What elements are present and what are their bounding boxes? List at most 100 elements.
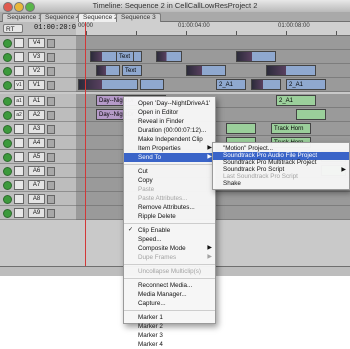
lock-icon[interactable]	[47, 81, 55, 90]
track-lane[interactable]: 2_A1 2_A1	[76, 78, 350, 92]
playhead[interactable]	[85, 22, 86, 267]
source-patch[interactable]: a2	[14, 110, 24, 120]
track-name[interactable]: V1	[28, 80, 45, 90]
lock-icon[interactable]	[47, 209, 55, 218]
menu-item-remove-attributes[interactable]: Remove Attributes...	[124, 203, 215, 212]
timecode-display[interactable]: 01:00:20:03	[34, 24, 80, 32]
menu-item-duration-00-00-07-12[interactable]: Duration (00:00:07:12)...	[124, 126, 215, 135]
menu-item-media-manager[interactable]: Media Manager...	[124, 290, 215, 299]
lock-icon[interactable]	[47, 53, 55, 62]
track-visibility-icon[interactable]	[3, 53, 12, 62]
patch-icon[interactable]	[14, 208, 24, 218]
track-name[interactable]: A6	[28, 166, 45, 176]
menu-item-open-in-editor[interactable]: Open in Editor	[124, 108, 215, 117]
track-name[interactable]: A8	[28, 194, 45, 204]
menu-item-capture[interactable]: Capture...	[124, 299, 215, 308]
track-name[interactable]: A3	[28, 124, 45, 134]
track-lane[interactable]: Text	[76, 64, 350, 78]
menu-item-speed[interactable]: Speed...	[124, 235, 215, 244]
track-name[interactable]: V3	[28, 52, 45, 62]
tab-sequence-3[interactable]: Sequence 3	[116, 13, 161, 22]
menu-item-cut[interactable]: Cut	[124, 167, 215, 176]
source-patch[interactable]: a1	[14, 96, 24, 106]
lock-icon[interactable]	[47, 139, 55, 148]
patch-icon[interactable]	[14, 194, 24, 204]
lock-icon[interactable]	[47, 39, 55, 48]
track-audible-icon[interactable]	[3, 181, 12, 190]
menu-item-copy[interactable]: Copy	[124, 176, 215, 185]
time-ruler[interactable]: 00:00 01:00:04:00 01:00:08:00	[76, 22, 350, 36]
clip[interactable]	[226, 123, 256, 134]
menu-item-composite-mode[interactable]: Composite Mode ▶	[124, 244, 215, 253]
patch-icon[interactable]	[14, 52, 24, 62]
track-visibility-icon[interactable]	[3, 81, 12, 90]
menu-item-label: Paste	[138, 186, 155, 193]
clip[interactable]	[78, 79, 138, 90]
menu-item-marker-4[interactable]: Marker 4	[124, 340, 215, 349]
track-audible-icon[interactable]	[3, 167, 12, 176]
track-name[interactable]: A9	[28, 208, 45, 218]
render-select[interactable]: RT	[3, 24, 23, 33]
lock-icon[interactable]	[47, 97, 55, 106]
track-name[interactable]: A4	[28, 138, 45, 148]
track-visibility-icon[interactable]	[3, 67, 12, 76]
track-audible-icon[interactable]	[3, 111, 12, 120]
menu-item-make-independent-clip[interactable]: Make Independent Clip	[124, 135, 215, 144]
patch-icon[interactable]	[14, 124, 24, 134]
lock-icon[interactable]	[47, 167, 55, 176]
clip[interactable]	[296, 109, 326, 120]
clip[interactable]	[236, 51, 276, 62]
clip[interactable]	[266, 65, 316, 76]
track-name[interactable]: V2	[28, 66, 45, 76]
track-audible-icon[interactable]	[3, 139, 12, 148]
menu-item-marker-2[interactable]: Marker 2	[124, 322, 215, 331]
menu-item-item-properties[interactable]: Item Properties ▶	[124, 144, 215, 153]
lock-icon[interactable]	[47, 195, 55, 204]
patch-icon[interactable]	[14, 166, 24, 176]
track-name[interactable]: A2	[28, 110, 45, 120]
submenu-item-shake[interactable]: Shake	[213, 180, 349, 188]
track-lane[interactable]	[76, 36, 350, 50]
clip[interactable]: 2_A1	[216, 79, 246, 90]
menu-item-clip-enable[interactable]: Clip Enable ✓	[124, 226, 215, 235]
menu-item-marker-3[interactable]: Marker 3	[124, 331, 215, 340]
source-patch[interactable]: v1	[14, 80, 24, 90]
clip[interactable]	[140, 79, 164, 90]
lock-icon[interactable]	[47, 153, 55, 162]
menu-item-reconnect-media[interactable]: Reconnect Media...	[124, 281, 215, 290]
patch-icon[interactable]	[14, 138, 24, 148]
track-name[interactable]: A7	[28, 180, 45, 190]
menu-item-reveal-in-finder[interactable]: Reveal in Finder	[124, 117, 215, 126]
track-lane[interactable]: Text	[76, 50, 350, 64]
menu-item-ripple-delete[interactable]: Ripple Delete	[124, 212, 215, 221]
patch-icon[interactable]	[14, 66, 24, 76]
menu-item-send-to[interactable]: Send To ▶	[124, 153, 215, 162]
patch-icon[interactable]	[14, 152, 24, 162]
clip[interactable]	[186, 65, 226, 76]
track-name[interactable]: A1	[28, 96, 45, 106]
lock-icon[interactable]	[47, 125, 55, 134]
clip[interactable]	[96, 65, 120, 76]
clip[interactable]	[251, 79, 281, 90]
lock-icon[interactable]	[47, 111, 55, 120]
lock-icon[interactable]	[47, 181, 55, 190]
menu-item-marker-1[interactable]: Marker 1	[124, 313, 215, 322]
track-audible-icon[interactable]	[3, 97, 12, 106]
lock-icon[interactable]	[47, 67, 55, 76]
clip[interactable]: 2_A1	[286, 79, 326, 90]
track-name[interactable]: V4	[28, 38, 45, 48]
patch-icon[interactable]	[14, 38, 24, 48]
clip[interactable]: 2_A1	[276, 95, 316, 106]
track-audible-icon[interactable]	[3, 153, 12, 162]
track-audible-icon[interactable]	[3, 125, 12, 134]
clip[interactable]	[156, 51, 182, 62]
menu-item-open-day-nightdrivea1[interactable]: Open 'Day--NightDriveA1'	[124, 99, 215, 108]
clip[interactable]: Text	[116, 51, 134, 62]
patch-icon[interactable]	[14, 180, 24, 190]
track-audible-icon[interactable]	[3, 209, 12, 218]
track-name[interactable]: A5	[28, 152, 45, 162]
track-visibility-icon[interactable]	[3, 39, 12, 48]
clip[interactable]: Track Horn	[271, 123, 311, 134]
clip[interactable]: Text	[122, 65, 142, 76]
track-audible-icon[interactable]	[3, 195, 12, 204]
